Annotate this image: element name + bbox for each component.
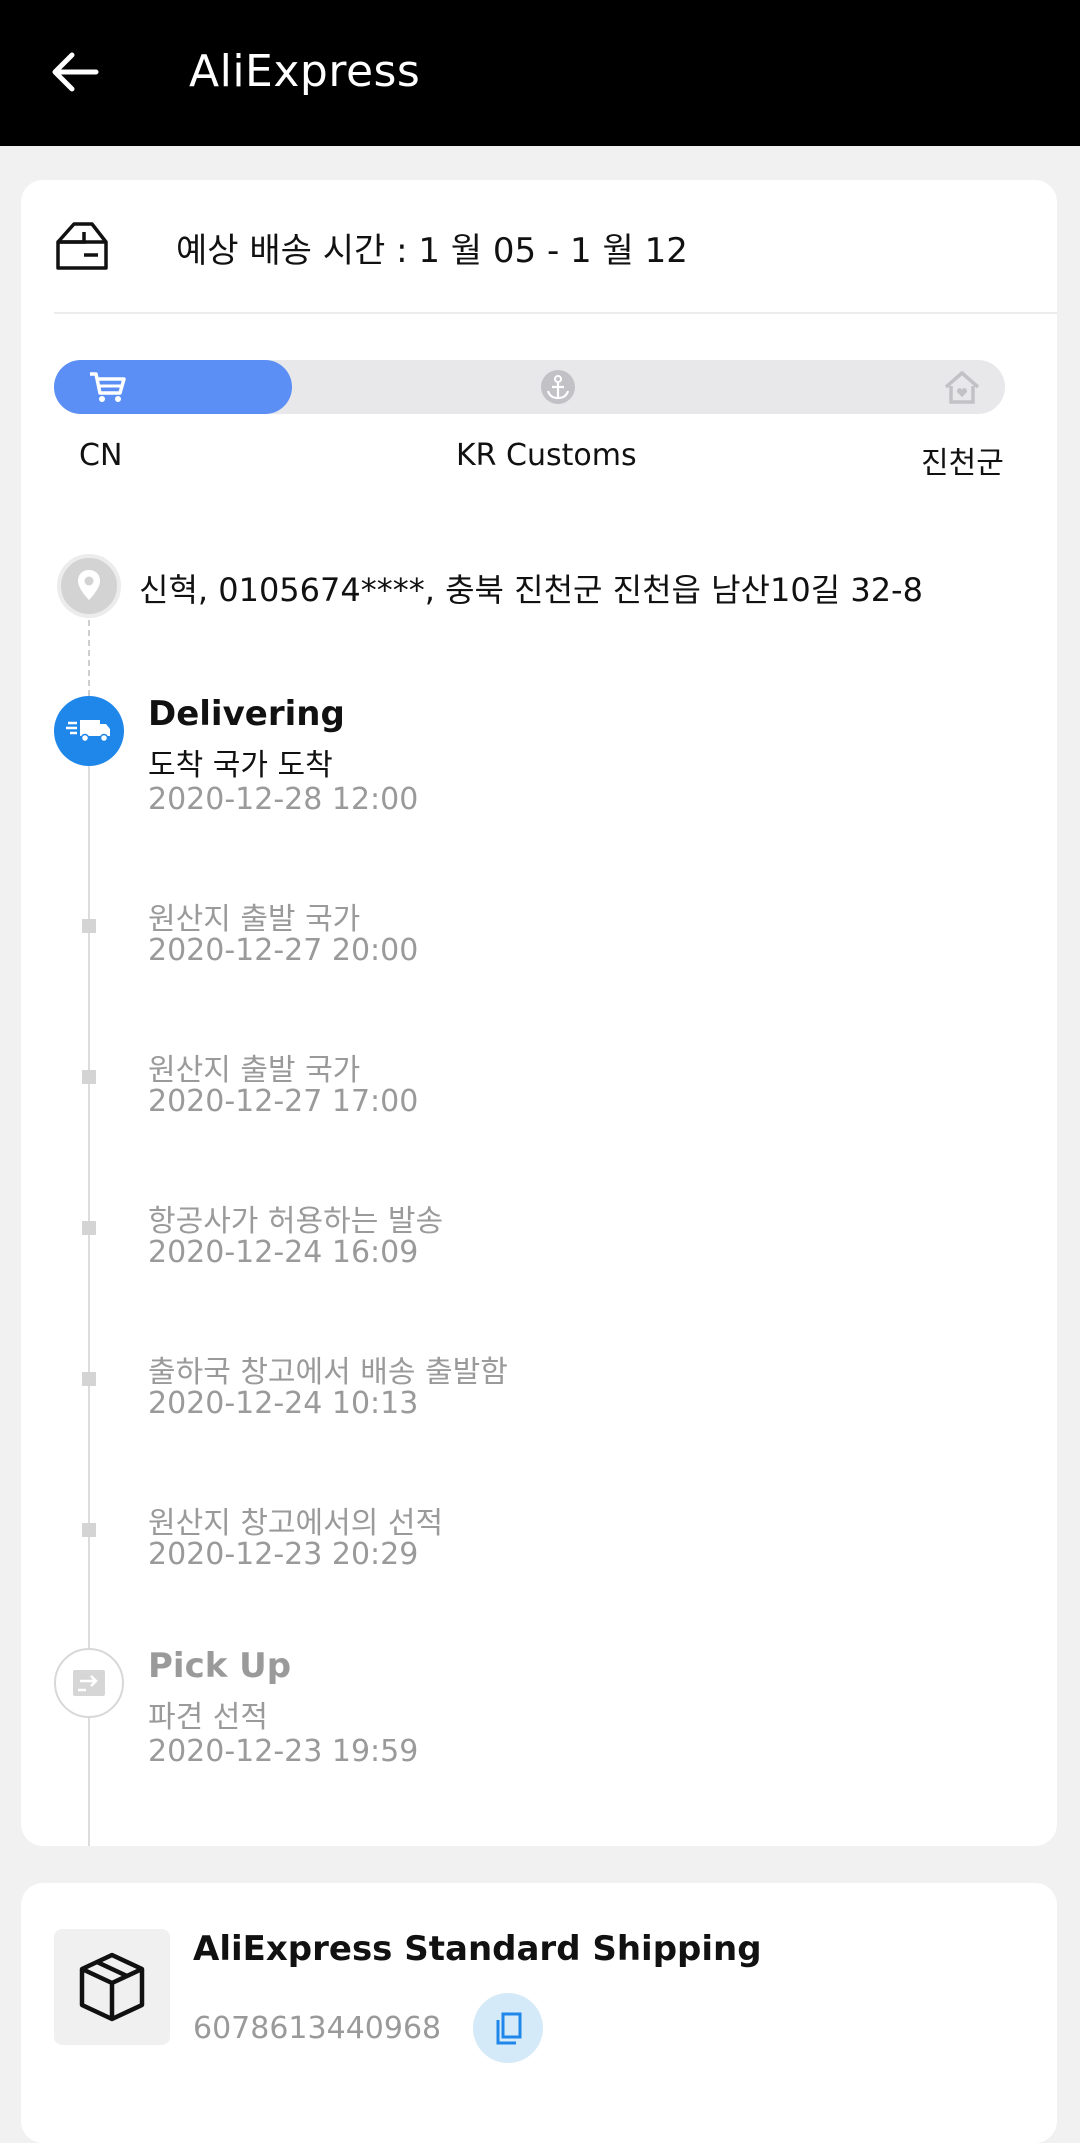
stage-label-origin: CN: [79, 438, 123, 473]
estimated-delivery-text: 예상 배송 시간 : 1 월 05 - 1 월 12: [176, 231, 688, 271]
delivery-address: 신혁, 0105674****, 충북 진천군 진천읍 남산10길 32-8: [139, 571, 923, 609]
copy-icon: [496, 2012, 522, 2045]
shipping-card: AliExpress Standard Shipping 60786134409…: [21, 1883, 1057, 2143]
tracking-card: 예상 배송 시간 : 1 월 05 - 1 월 12 CN KR Customs…: [21, 180, 1057, 1846]
app-bar: AliExpress: [0, 0, 1080, 146]
timeline-dot: [82, 1372, 96, 1386]
timeline-event-text: 원산지 출발 국가: [148, 902, 361, 937]
timeline-dot: [82, 1070, 96, 1084]
timeline-event-date: 2020-12-27 17:00: [148, 1084, 419, 1119]
pickup-subtitle: 파견 선적: [148, 1700, 268, 1735]
back-arrow-icon[interactable]: [48, 45, 102, 99]
box-icon: [79, 1952, 145, 2022]
timeline-dot: [82, 919, 96, 933]
eta-row: 예상 배송 시간 : 1 월 05 - 1 월 12: [21, 180, 1057, 314]
location-pin-icon: [57, 554, 121, 618]
timeline-event-date: 2020-12-24 10:13: [148, 1386, 419, 1421]
tracking-number: 6078613440968: [193, 2011, 442, 2046]
timeline-event-text: 원산지 창고에서의 선적: [148, 1506, 444, 1541]
timeline-event-text: 원산지 출발 국가: [148, 1053, 361, 1088]
current-status-title: Delivering: [148, 694, 345, 734]
cart-icon: [90, 372, 126, 402]
timeline-event-text: 출하국 창고에서 배송 출발함: [148, 1355, 508, 1390]
delivery-progress-bar: [54, 360, 1005, 414]
pickup-title: Pick Up: [148, 1646, 292, 1686]
pickup-date: 2020-12-23 19:59: [148, 1734, 419, 1769]
timeline-dashed-connector: [88, 620, 90, 706]
pickup-icon: [54, 1648, 124, 1718]
timeline-dot: [82, 1221, 96, 1235]
current-status-subtitle: 도착 국가 도착: [148, 748, 333, 783]
package-box: [54, 1929, 170, 2045]
app-title: AliExpress: [189, 46, 421, 97]
stage-label-destination: 진천군: [921, 446, 1004, 481]
divider: [54, 312, 1057, 314]
timeline-event-date: 2020-12-23 20:29: [148, 1537, 419, 1572]
timeline-dot: [82, 1523, 96, 1537]
copy-tracking-button[interactable]: [473, 1993, 543, 2063]
truck-icon: [54, 696, 124, 766]
package-delivery-icon: [56, 222, 108, 270]
stage-label-customs: KR Customs: [456, 438, 637, 473]
home-icon: [944, 371, 980, 404]
shipping-method-name: AliExpress Standard Shipping: [193, 1929, 762, 1969]
timeline-event-date: 2020-12-24 16:09: [148, 1235, 419, 1270]
anchor-icon: [541, 370, 575, 404]
timeline-event-text: 항공사가 허용하는 발송: [148, 1204, 444, 1239]
timeline-event-date: 2020-12-27 20:00: [148, 933, 419, 968]
current-status-date: 2020-12-28 12:00: [148, 782, 419, 817]
